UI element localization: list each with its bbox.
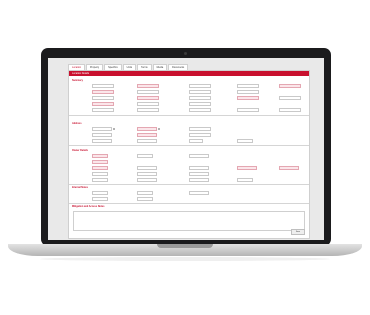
divider (69, 145, 309, 146)
required-input-field[interactable] (137, 133, 157, 137)
input-field[interactable] (92, 172, 108, 176)
section-notes-title: Mitigation and Access Notes (72, 205, 105, 208)
webcam (184, 52, 187, 55)
input-field[interactable] (92, 197, 108, 201)
required-input-field[interactable] (137, 84, 159, 88)
calendar-icon[interactable] (113, 127, 115, 130)
input-field[interactable] (189, 133, 211, 137)
save-button[interactable]: Save (291, 229, 305, 235)
laptop-shadow (40, 257, 330, 261)
input-field[interactable] (189, 154, 209, 158)
divider (69, 115, 309, 116)
input-field[interactable] (92, 191, 108, 195)
date-input[interactable] (92, 127, 112, 131)
input-field[interactable] (237, 90, 259, 94)
input-field[interactable] (237, 139, 253, 143)
input-field[interactable] (137, 154, 153, 158)
required-input-field[interactable] (92, 102, 114, 106)
divider (69, 203, 309, 204)
section-internal (69, 189, 309, 205)
input-field[interactable] (137, 102, 159, 106)
input-field[interactable] (189, 172, 209, 176)
input-field[interactable] (137, 90, 159, 94)
input-field[interactable] (279, 96, 301, 100)
input-field[interactable] (189, 191, 209, 195)
section-owner (69, 152, 309, 186)
panel-title: Location Details (69, 71, 309, 76)
notes-textarea[interactable] (73, 211, 305, 231)
input-field[interactable] (237, 178, 253, 182)
divider (69, 184, 309, 185)
input-field[interactable] (92, 133, 112, 137)
laptop-notch (157, 244, 213, 248)
input-field[interactable] (137, 166, 157, 170)
input-field[interactable] (137, 178, 157, 182)
input-field[interactable] (92, 139, 112, 143)
required-input-field[interactable] (279, 166, 299, 170)
input-field[interactable] (137, 139, 157, 143)
input-field[interactable] (92, 84, 114, 88)
input-field[interactable] (137, 108, 159, 112)
input-field[interactable] (189, 178, 209, 182)
required-date-input[interactable] (137, 127, 157, 131)
input-field[interactable] (189, 166, 209, 170)
laptop-frame: Location Property Specifics Units Terms … (41, 48, 331, 246)
input-field[interactable] (137, 172, 157, 176)
required-input-field[interactable] (92, 90, 114, 94)
form-panel: Location Details Summary Address Owner D… (68, 70, 310, 239)
input-field[interactable] (137, 197, 153, 201)
input-field[interactable] (237, 84, 259, 88)
section-address (69, 125, 309, 149)
input-field[interactable] (189, 90, 211, 94)
input-field[interactable] (189, 139, 203, 143)
required-input-field[interactable] (237, 166, 257, 170)
screen: Location Property Specifics Units Terms … (48, 58, 324, 240)
required-input-field[interactable] (92, 154, 108, 158)
input-field[interactable] (137, 191, 153, 195)
required-input-field[interactable] (92, 160, 108, 164)
input-field[interactable] (237, 108, 259, 112)
input-field[interactable] (92, 96, 114, 100)
input-field[interactable] (279, 108, 301, 112)
input-field[interactable] (92, 178, 108, 182)
input-field[interactable] (189, 108, 211, 112)
section-summary (69, 82, 309, 122)
required-input-field[interactable] (92, 166, 108, 170)
input-field[interactable] (189, 102, 211, 106)
input-field[interactable] (189, 84, 211, 88)
required-input-field[interactable] (137, 96, 159, 100)
calendar-icon[interactable] (158, 127, 160, 130)
required-input-field[interactable] (279, 84, 301, 88)
required-input-field[interactable] (237, 96, 259, 100)
input-field[interactable] (189, 127, 211, 131)
input-field[interactable] (189, 96, 211, 100)
input-field[interactable] (92, 108, 114, 112)
